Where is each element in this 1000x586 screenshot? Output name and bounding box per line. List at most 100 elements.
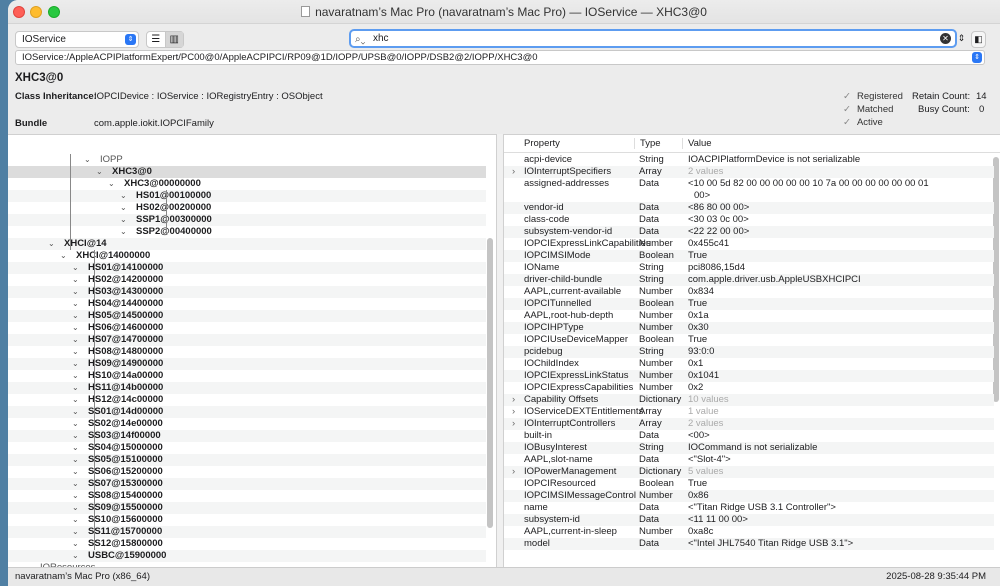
split-divider[interactable]: [496, 134, 504, 567]
list-view-icon[interactable]: ☰: [147, 32, 165, 47]
property-row[interactable]: AAPL,root-hub-depth Number 0x1a: [504, 310, 994, 322]
disclosure-triangle-icon[interactable]: ⌄: [72, 334, 79, 346]
properties-table[interactable]: Property Type Value acpi-device String IOA…: [504, 134, 1000, 567]
disclosure-triangle-icon[interactable]: ⌄: [72, 538, 79, 550]
column-header-property[interactable]: Property: [506, 138, 634, 149]
tree-row[interactable]: ⌄ HS03@14300000: [8, 286, 486, 298]
property-row[interactable]: subsystem-vendor-id Data <22 22 00 00>: [504, 226, 994, 238]
property-row[interactable]: IOPCIResourced Boolean True: [504, 478, 994, 490]
tree-row[interactable]: ⌄ SS11@15700000: [8, 526, 486, 538]
tree-row[interactable]: ⌄ SS08@15400000: [8, 490, 486, 502]
tree-row[interactable]: ⌄ XHC3@0: [8, 166, 486, 178]
property-row[interactable]: › IOPowerManagement Dictionary 5 values: [504, 466, 994, 478]
disclosure-triangle-icon[interactable]: ⌄: [72, 502, 79, 514]
clear-search-icon[interactable]: ✕: [940, 33, 951, 44]
property-row[interactable]: name Data <"Titan Ridge USB 3.1 Controller…: [504, 502, 994, 514]
disclosure-triangle-icon[interactable]: ⌄: [72, 490, 79, 502]
property-row[interactable]: built-in Data <00>: [504, 430, 994, 442]
tree-row[interactable]: ⌄ HS02@00200000: [8, 202, 486, 214]
property-row[interactable]: IOPCIUseDeviceMapper Boolean True: [504, 334, 994, 346]
disclosure-triangle-icon[interactable]: ⌄: [72, 322, 79, 334]
tree-row[interactable]: ⌄ HS07@14700000: [8, 334, 486, 346]
disclosure-triangle-icon[interactable]: ⌄: [72, 262, 79, 274]
property-row[interactable]: subsystem-id Data <11 11 00 00>: [504, 514, 994, 526]
sidebar-toggle-icon[interactable]: ◧: [971, 31, 986, 48]
tree-row[interactable]: ⌄ SS10@15600000: [8, 514, 486, 526]
disclosure-triangle-icon[interactable]: ›: [512, 406, 515, 418]
path-select[interactable]: IOService:/AppleACPIPlatformExpert/PC00@…: [15, 50, 985, 65]
tree-row[interactable]: ⌄ HS01@14100000: [8, 262, 486, 274]
disclosure-triangle-icon[interactable]: ⌄: [72, 454, 79, 466]
disclosure-triangle-icon[interactable]: ⌄: [72, 286, 79, 298]
property-row[interactable]: IOPCIExpressLinkCapabilities Number 0x455c…: [504, 238, 994, 250]
disclosure-triangle-icon[interactable]: ⌄: [120, 190, 127, 202]
disclosure-triangle-icon[interactable]: ⌄: [96, 166, 103, 178]
property-row[interactable]: IOPCIMSIMode Boolean True: [504, 250, 994, 262]
plane-select[interactable]: IOService ⇕: [15, 31, 139, 48]
property-row[interactable]: class-code Data <30 03 0c 00>: [504, 214, 994, 226]
tree-row[interactable]: ⌄ IOPP: [8, 154, 486, 166]
disclosure-triangle-icon[interactable]: ⌄: [72, 442, 79, 454]
property-row[interactable]: IOChildIndex Number 0x1: [504, 358, 994, 370]
disclosure-triangle-icon[interactable]: ⌄: [72, 478, 79, 490]
disclosure-triangle-icon[interactable]: ⌄: [72, 418, 79, 430]
view-mode-segmented[interactable]: ☰ ▥: [146, 31, 184, 48]
disclosure-triangle-icon[interactable]: ⌄: [72, 382, 79, 394]
property-row[interactable]: IOBusyInterest String IOCommand is not ser…: [504, 442, 994, 454]
property-row[interactable]: model Data <"Intel JHL7540 Titan Ridge USB…: [504, 538, 994, 550]
disclosure-triangle-icon[interactable]: ⌄: [72, 346, 79, 358]
property-row[interactable]: AAPL,current-in-sleep Number 0xa8c: [504, 526, 994, 538]
property-row[interactable]: AAPL,current-available Number 0x834: [504, 286, 994, 298]
tree-row[interactable]: ⌄ XHCI@14: [8, 238, 486, 250]
tree-row[interactable]: ⌄ HS09@14900000: [8, 358, 486, 370]
property-row[interactable]: IOName String pci8086,15d4: [504, 262, 994, 274]
property-row[interactable]: pcidebug String 93:0:0: [504, 346, 994, 358]
disclosure-triangle-icon[interactable]: ⌄: [72, 394, 79, 406]
tree-row[interactable]: ⌄ SS05@15100000: [8, 454, 486, 466]
search-stepper-icon[interactable]: ⇕: [957, 31, 966, 48]
tree-row[interactable]: ⌄ HS11@14b00000: [8, 382, 486, 394]
disclosure-triangle-icon[interactable]: ⌄: [72, 430, 79, 442]
property-row[interactable]: › Capability Offsets Dictionary 10 values: [504, 394, 994, 406]
tree-row[interactable]: ⌄ SS04@15000000: [8, 442, 486, 454]
disclosure-triangle-icon[interactable]: ⌄: [72, 526, 79, 538]
title-bar[interactable]: navaratnam’s Mac Pro (navaratnam’s Mac P…: [8, 0, 1000, 24]
tree-row[interactable]: ⌄ HS06@14600000: [8, 322, 486, 334]
registry-tree[interactable]: ⌄ IOPP ⌄ XHC3@0 ⌄ XHC3@00000000 ⌄ HS01@00100000…: [8, 134, 496, 573]
column-view-icon[interactable]: ▥: [164, 32, 183, 47]
disclosure-triangle-icon[interactable]: ⌄: [72, 310, 79, 322]
disclosure-triangle-icon[interactable]: ⌄: [120, 202, 127, 214]
disclosure-triangle-icon[interactable]: ⌄: [72, 370, 79, 382]
disclosure-triangle-icon[interactable]: ⌄: [48, 238, 55, 250]
property-row[interactable]: › IOInterruptSpecifiers Array 2 values: [504, 166, 994, 178]
property-row[interactable]: › IOInterruptControllers Array 2 values: [504, 418, 994, 430]
property-row[interactable]: AAPL,slot-name Data <"Slot-4">: [504, 454, 994, 466]
disclosure-triangle-icon[interactable]: ›: [512, 394, 515, 406]
search-field[interactable]: ⌕⌄ xhc ✕: [349, 29, 957, 48]
disclosure-triangle-icon[interactable]: ⌄: [72, 274, 79, 286]
property-row[interactable]: assigned-addresses Data <10 00 5d 82 00 00…: [504, 178, 994, 202]
tree-row[interactable]: ⌄ USBC@15900000: [8, 550, 486, 562]
disclosure-triangle-icon[interactable]: ›: [512, 166, 515, 178]
disclosure-triangle-icon[interactable]: ›: [512, 466, 515, 478]
disclosure-triangle-icon[interactable]: ⌄: [72, 550, 79, 562]
disclosure-triangle-icon[interactable]: ⌄: [72, 406, 79, 418]
tree-row[interactable]: ⌄ SS09@15500000: [8, 502, 486, 514]
tree-row[interactable]: ⌄ HS12@14c00000: [8, 394, 486, 406]
tree-row[interactable]: ⌄ HS04@14400000: [8, 298, 486, 310]
property-row[interactable]: driver-child-bundle String com.apple.drive…: [504, 274, 994, 286]
property-row[interactable]: IOPCIExpressCapabilities Number 0x2: [504, 382, 994, 394]
tree-row[interactable]: ⌄ XHC3@00000000: [8, 178, 486, 190]
tree-row[interactable]: ⌄ SSP1@00300000: [8, 214, 486, 226]
property-row[interactable]: IOPCITunnelled Boolean True: [504, 298, 994, 310]
tree-row[interactable]: ⌄ SS01@14d00000: [8, 406, 486, 418]
disclosure-triangle-icon[interactable]: ⌄: [60, 250, 67, 262]
tree-row[interactable]: ⌄ SS03@14f00000: [8, 430, 486, 442]
disclosure-triangle-icon[interactable]: ›: [512, 418, 515, 430]
tree-row[interactable]: ⌄ SS02@14e00000: [8, 418, 486, 430]
property-row[interactable]: IOPCIMSIMessageControl Number 0x86: [504, 490, 994, 502]
disclosure-triangle-icon[interactable]: ⌄: [72, 514, 79, 526]
disclosure-triangle-icon[interactable]: ⌄: [84, 154, 91, 166]
property-row[interactable]: IOPCIHPType Number 0x30: [504, 322, 994, 334]
tree-row[interactable]: ⌄ SS06@15200000: [8, 466, 486, 478]
